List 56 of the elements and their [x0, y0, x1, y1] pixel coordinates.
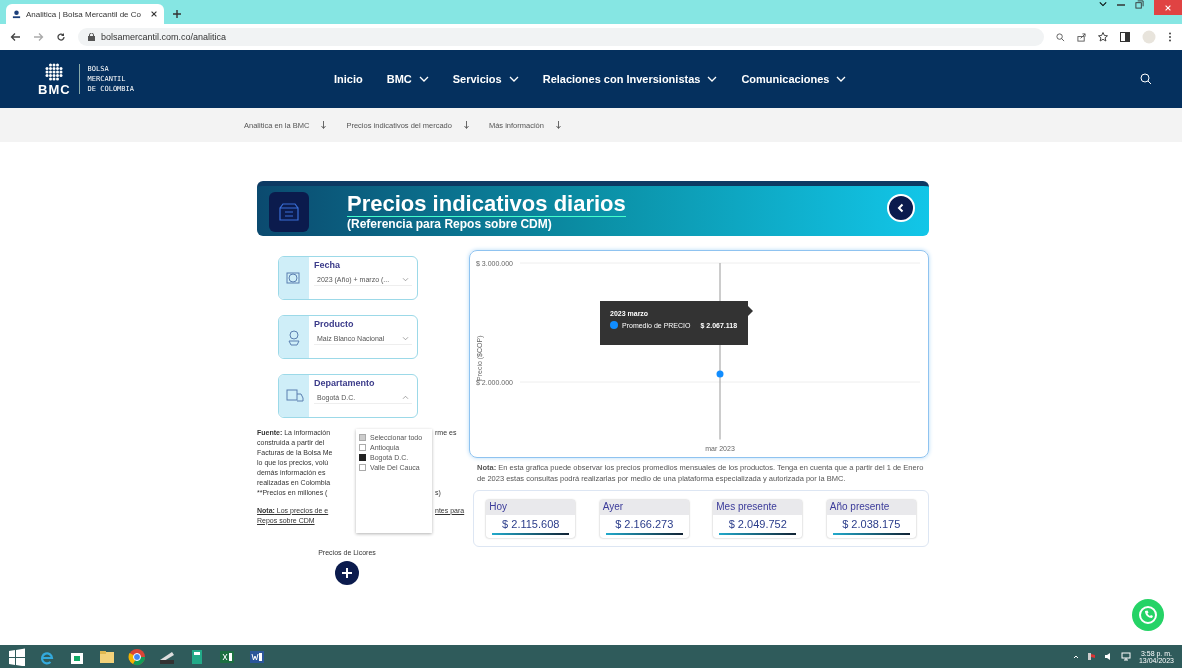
site-icon [12, 9, 21, 19]
arrow-down-icon [555, 121, 561, 129]
share-icon[interactable] [1077, 32, 1086, 42]
kpi-value: $ 2.038.175 [841, 517, 902, 530]
banner-subtitle: (Referencia para Repos sobre CDM) [347, 217, 553, 231]
kpi-label: Ayer [599, 499, 689, 515]
checkbox[interactable] [359, 463, 366, 471]
more-icon[interactable] [1168, 32, 1172, 42]
logo-text: BMC [38, 81, 71, 97]
network-icon[interactable] [1120, 652, 1131, 661]
close-icon [1164, 3, 1172, 12]
sidebar-icon[interactable] [1120, 32, 1130, 42]
close-icon[interactable] [150, 10, 158, 18]
chrome-icon[interactable] [128, 647, 146, 666]
kpi-label: Mes presente [713, 499, 803, 515]
checkbox[interactable] [359, 433, 366, 441]
address-field[interactable]: bolsamercantil.com.co/analitica [78, 28, 1044, 46]
search-icon[interactable] [1140, 73, 1152, 85]
phone-icon [1138, 605, 1158, 625]
plus-icon[interactable] [172, 9, 182, 19]
restore-icon[interactable] [1135, 0, 1144, 9]
filter-label: Fecha [314, 260, 341, 270]
globe-logo-icon [44, 61, 65, 82]
nav-link[interactable]: Servicios [452, 73, 519, 85]
kpi-value: $ 2.049.752 [727, 517, 788, 530]
chevron-up-icon[interactable] [1072, 653, 1079, 660]
lock-icon [88, 33, 95, 41]
url-text: bolsamercantil.com.co/analitica [101, 32, 227, 42]
star-icon[interactable] [1098, 32, 1108, 42]
kpi-label: Hoy [486, 499, 576, 515]
browser-tab[interactable]: Analitica | Bolsa Mercantil de Co [6, 4, 164, 24]
reload-icon[interactable] [56, 32, 66, 42]
flag-icon[interactable] [1086, 652, 1096, 661]
checkbox[interactable] [359, 453, 366, 461]
nav-link[interactable]: Inicio [333, 73, 363, 85]
nav-link[interactable]: Relaciones con Inversionistas [542, 73, 718, 85]
plus-icon [341, 567, 353, 579]
checkbox[interactable] [359, 443, 366, 451]
nav-link[interactable]: BMC [386, 73, 429, 85]
speaker-icon[interactable] [1103, 652, 1113, 661]
kpi-value: $ 2.115.608 [501, 517, 561, 530]
banner-title: Precios indicativos diarios [347, 192, 626, 217]
add-button[interactable] [335, 561, 359, 585]
filter-label: Departamento [314, 378, 376, 388]
nav-link[interactable]: Comunicaciones [741, 73, 847, 85]
back-arrow-icon[interactable] [10, 32, 21, 42]
arrow-down-icon [321, 121, 327, 129]
kpi-value: $ 2.166.273 [614, 517, 675, 530]
data-point[interactable] [716, 370, 724, 378]
chevron-left-icon [896, 202, 906, 213]
kpi-label: Año presente [826, 499, 916, 515]
arrow-down-icon [463, 121, 469, 129]
windows-logo-icon[interactable] [8, 647, 26, 666]
chevron-down-icon[interactable] [1099, 0, 1107, 8]
filter-label: Producto [314, 319, 355, 329]
tab-title: Analitica | Bolsa Mercantil de Co [26, 9, 143, 19]
